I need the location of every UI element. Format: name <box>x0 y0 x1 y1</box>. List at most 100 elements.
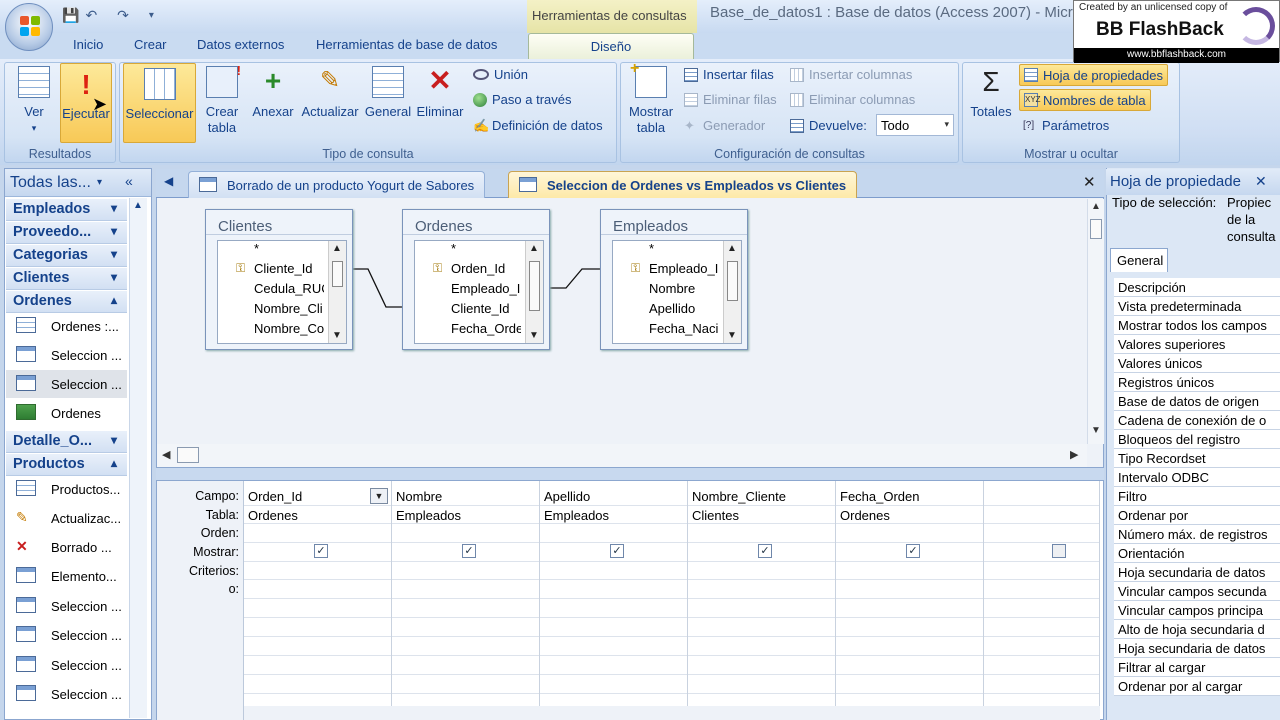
scroll-right-icon[interactable]: ▶ <box>1070 448 1078 461</box>
campo-cell[interactable]: Nombre <box>396 489 442 504</box>
property-row[interactable]: Número máx. de registros <box>1114 525 1280 544</box>
property-row[interactable]: Bloqueos del registro <box>1114 430 1280 449</box>
key-icon: ⚿ <box>433 261 443 275</box>
design-horizontal-scrollbar[interactable]: ◀ ▶ <box>157 444 1087 467</box>
mostrar-checkbox[interactable]: ✓ <box>610 544 624 558</box>
table-title[interactable]: Empleados <box>601 210 747 235</box>
property-row[interactable]: Base de datos de origen <box>1114 392 1280 411</box>
scroll-down-icon[interactable]: ▼ <box>1091 425 1101 436</box>
property-row[interactable]: Hoja secundaria de datos <box>1114 563 1280 582</box>
property-sheet-title: Hoja de propiedade <box>1110 173 1241 190</box>
mostrar-checkbox[interactable] <box>1052 544 1066 558</box>
field-item[interactable]: Apellido <box>649 301 719 316</box>
property-row[interactable]: Tipo Recordset <box>1114 449 1280 468</box>
grid-column[interactable]: Apellido Empleados ✓ <box>540 481 688 717</box>
scroll-thumb[interactable] <box>1090 219 1102 239</box>
field-item[interactable]: Cliente_Id <box>451 301 521 316</box>
grid-column[interactable]: Nombre Empleados ✓ <box>392 481 540 717</box>
grid-column[interactable]: Fecha_Orden Ordenes ✓ <box>836 481 984 717</box>
campo-cell[interactable]: Apellido <box>544 489 590 504</box>
selection-type-label: Tipo de selección: <box>1112 195 1217 210</box>
scroll-thumb[interactable] <box>177 447 199 463</box>
close-icon[interactable]: ✕ <box>1255 173 1267 190</box>
field-item[interactable]: * <box>451 241 521 256</box>
property-row[interactable]: Vincular campos secunda <box>1114 582 1280 601</box>
mostrar-checkbox[interactable]: ✓ <box>314 544 328 558</box>
row-label-o: o: <box>228 582 239 596</box>
row-label-campo: Campo: <box>195 489 239 503</box>
property-row[interactable]: Hoja secundaria de datos <box>1114 639 1280 658</box>
tabla-cell[interactable]: Empleados <box>396 508 461 523</box>
tab-general[interactable]: General <box>1110 248 1168 272</box>
property-row[interactable]: Filtro <box>1114 487 1280 506</box>
property-row[interactable]: Intervalo ODBC <box>1114 468 1280 487</box>
property-row[interactable]: Vincular campos principa <box>1114 601 1280 620</box>
selection-type-value-2: de la <box>1227 212 1256 227</box>
selection-type-value-1: Propiec <box>1227 195 1272 210</box>
mostrar-checkbox[interactable]: ✓ <box>906 544 920 558</box>
field-item[interactable]: Orden_Id <box>451 261 521 276</box>
grid-column[interactable]: Orden_Id ▼ Ordenes ✓ <box>244 481 392 717</box>
mostrar-checkbox[interactable]: ✓ <box>758 544 772 558</box>
row-label-orden: Orden: <box>200 526 239 540</box>
mouse-cursor-icon: ➤ <box>92 94 108 114</box>
office-button[interactable] <box>5 3 53 51</box>
field-list-scrollbar[interactable]: ▲ ▼ <box>723 241 741 343</box>
tabla-cell[interactable]: Clientes <box>692 508 739 523</box>
office-logo-icon <box>20 16 40 36</box>
row-label-tabla: Tabla: <box>205 508 239 522</box>
scroll-left-icon[interactable]: ◀ <box>162 448 170 461</box>
campo-cell[interactable]: Fecha_Orden <box>840 489 920 504</box>
row-label-criterios: Criterios: <box>188 564 239 578</box>
property-row[interactable]: Cadena de conexión de o <box>1114 411 1280 430</box>
property-row[interactable]: Filtrar al cargar <box>1114 658 1280 677</box>
property-row[interactable]: Registros únicos <box>1114 373 1280 392</box>
property-row[interactable]: Ordenar por al cargar <box>1114 677 1280 696</box>
field-item[interactable]: Cliente_Id <box>254 261 324 276</box>
watermark-brand: BB FlashBack <box>1096 19 1224 40</box>
field-item[interactable]: Nombre_Cli <box>254 301 324 316</box>
table-title[interactable]: Clientes <box>206 210 352 235</box>
field-list-empleados[interactable]: Empleados * ⚿ Empleado_I Nombre Apellido… <box>600 209 748 350</box>
property-row[interactable]: Descripción <box>1114 278 1280 297</box>
field-item[interactable]: Cedula_RUC <box>254 281 324 296</box>
scroll-up-icon[interactable]: ▲ <box>1091 201 1101 212</box>
field-item[interactable]: Fecha_Orde <box>451 321 521 336</box>
field-list-clientes[interactable]: Clientes * ⚿ Cliente_Id Cedula_RUC Nombr… <box>205 209 353 350</box>
grid-column-empty[interactable] <box>984 481 1100 717</box>
tabla-cell[interactable]: Empleados <box>544 508 609 523</box>
pane-splitter[interactable] <box>156 468 1104 480</box>
mostrar-checkbox[interactable]: ✓ <box>462 544 476 558</box>
field-item[interactable]: Empleado_I <box>451 281 521 296</box>
field-item[interactable]: Nombre <box>649 281 719 296</box>
tabla-cell[interactable]: Ordenes <box>248 508 298 523</box>
row-label-mostrar: Mostrar: <box>193 545 239 559</box>
property-row[interactable]: Mostrar todos los campos <box>1114 316 1280 335</box>
tabla-cell[interactable]: Ordenes <box>840 508 890 523</box>
campo-cell[interactable]: Nombre_Cliente <box>692 489 786 504</box>
campo-cell[interactable]: Orden_Id <box>248 489 302 504</box>
chevron-down-icon[interactable]: ▼ <box>370 488 388 504</box>
property-row[interactable]: Alto de hoja secundaria d <box>1114 620 1280 639</box>
property-row[interactable]: Ordenar por <box>1114 506 1280 525</box>
property-row[interactable]: Vista predeterminada <box>1114 297 1280 316</box>
field-item[interactable]: * <box>649 241 719 256</box>
table-title[interactable]: Ordenes <box>403 210 549 235</box>
field-item[interactable]: Nombre_Co <box>254 321 324 336</box>
field-item[interactable]: * <box>254 241 324 256</box>
watermark-logo-icon <box>1237 7 1275 45</box>
field-list-scrollbar[interactable]: ▲ ▼ <box>328 241 346 343</box>
selection-type-value-3: consulta <box>1227 229 1276 244</box>
property-row[interactable]: Valores únicos <box>1114 354 1280 373</box>
grid-column[interactable]: Nombre_Cliente Clientes ✓ <box>688 481 836 717</box>
field-list: * ⚿ Empleado_I Nombre Apellido Fecha_Nac… <box>612 240 742 344</box>
grid-horizontal-scrollbar[interactable] <box>244 706 1100 720</box>
key-icon: ⚿ <box>236 261 246 275</box>
property-row[interactable]: Valores superiores <box>1114 335 1280 354</box>
property-row[interactable]: Orientación <box>1114 544 1280 563</box>
field-item[interactable]: Fecha_Nacin <box>649 321 719 336</box>
field-list-scrollbar[interactable]: ▲ ▼ <box>525 241 543 343</box>
field-list-ordenes[interactable]: Ordenes * ⚿ Orden_Id Empleado_I Cliente_… <box>402 209 550 350</box>
design-vertical-scrollbar[interactable]: ▲ ▼ <box>1087 199 1104 444</box>
field-item[interactable]: Empleado_I <box>649 261 719 276</box>
